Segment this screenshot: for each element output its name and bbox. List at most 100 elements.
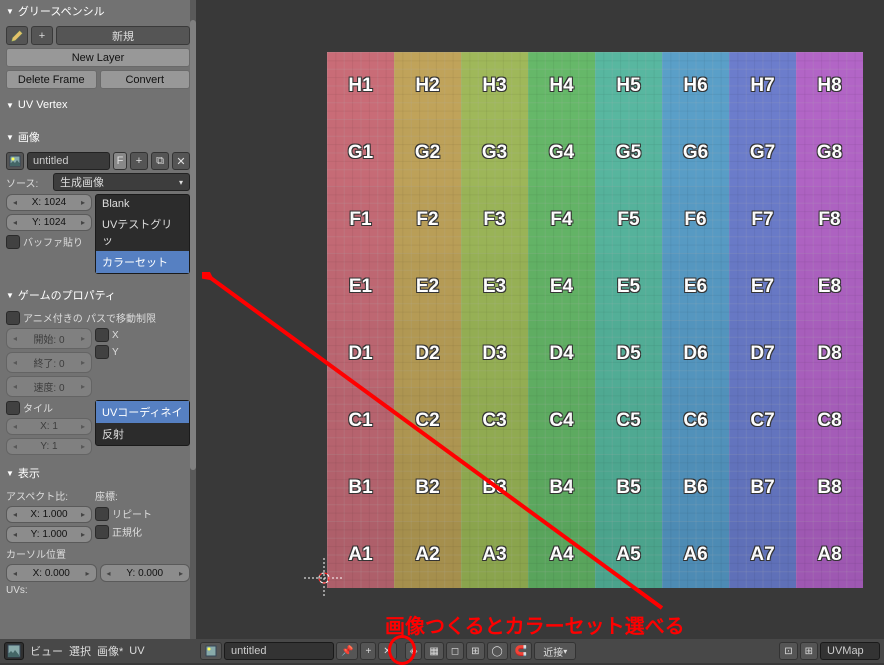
snap-type-select[interactable]: 近接 ▾ <box>534 642 576 660</box>
select-mode-button[interactable]: ◻ <box>446 642 464 660</box>
source-select[interactable]: 生成画像▾ <box>53 173 190 191</box>
image-browse-icon[interactable] <box>6 152 24 170</box>
grid-cell: F8 <box>796 186 863 253</box>
gen-type-colorset[interactable]: カラーセット <box>96 251 189 273</box>
gen-type-uvgrid[interactable]: UVテストグリッ <box>96 213 189 251</box>
normalize-checkbox[interactable] <box>95 525 109 539</box>
sidebar-header-menu: ビュー 選択 画像* UV <box>0 639 196 663</box>
header-unlink-button[interactable]: ✕ <box>378 642 396 660</box>
tile-x-field[interactable]: ◂X: 1▸ <box>6 418 92 435</box>
grid-cell: G6 <box>662 119 729 186</box>
image-browse-button[interactable] <box>200 642 222 660</box>
grid-cell: C2 <box>394 387 461 454</box>
image-f-button[interactable]: F <box>113 152 127 170</box>
limit-y-checkbox[interactable] <box>95 345 109 359</box>
tile-checkbox[interactable] <box>6 401 20 415</box>
grid-cell: G2 <box>394 119 461 186</box>
panel-image[interactable]: 画像 <box>0 126 196 148</box>
grid-cell: G4 <box>528 119 595 186</box>
add-button[interactable]: + <box>31 26 53 45</box>
new-layer-button[interactable]: New Layer <box>6 48 190 67</box>
menu-uv[interactable]: UV <box>129 645 144 657</box>
grid-cell: E3 <box>461 253 528 320</box>
proportional-button[interactable]: ◯ <box>487 642 508 660</box>
delete-frame-button[interactable]: Delete Frame <box>6 70 97 89</box>
header-new-button[interactable]: + <box>360 642 376 660</box>
grid-cell: F5 <box>595 186 662 253</box>
limit-x-checkbox[interactable] <box>95 328 109 342</box>
anime-checkbox[interactable] <box>6 311 20 325</box>
aspect-x-field[interactable]: ◂X: 1.000▸ <box>6 506 92 523</box>
grid-cell: D5 <box>595 320 662 387</box>
image-name-field[interactable]: untitled <box>27 152 110 170</box>
sync-button[interactable]: ▦ <box>424 642 443 660</box>
grid-cell: E8 <box>796 253 863 320</box>
grid-cell: F4 <box>528 186 595 253</box>
panel-game-props[interactable]: ゲームのプロパティ <box>0 284 196 306</box>
new-button[interactable]: 新規 <box>56 26 190 45</box>
render-slot-button[interactable]: ⊡ <box>779 642 797 660</box>
repeat-checkbox[interactable] <box>95 507 109 521</box>
grid-cell: A6 <box>662 521 729 588</box>
menu-select[interactable]: 選択 <box>69 643 91 659</box>
buffer-checkbox[interactable] <box>6 235 20 249</box>
cursor-y-field[interactable]: ◂Y: 0.000▸ <box>100 564 191 582</box>
grid-cell: D2 <box>394 320 461 387</box>
menu-image[interactable]: 画像* <box>97 643 123 659</box>
panel-display[interactable]: 表示 <box>0 462 196 484</box>
aspect-y-field[interactable]: ◂Y: 1.000▸ <box>6 526 92 543</box>
image-x-field[interactable]: ◂X: 1024▸ <box>6 194 92 211</box>
grid-cell: C6 <box>662 387 729 454</box>
tile-y-field[interactable]: ◂Y: 1▸ <box>6 438 92 455</box>
grid-cell: A4 <box>528 521 595 588</box>
anime-label: アニメ付きの <box>23 310 83 325</box>
uvmap-browse-button[interactable]: ⊞ <box>800 642 818 660</box>
image-duplicate-icon[interactable]: ⧉ <box>151 152 169 170</box>
grid-cell: C5 <box>595 387 662 454</box>
uvmap-name[interactable]: UVMap <box>820 642 880 660</box>
uv-editor-viewport[interactable]: H1H2H3H4H5H6H7H8G1G2G3G4G5G6G7G8F1F2F3F4… <box>196 0 884 639</box>
editor-type-selector[interactable] <box>4 642 24 660</box>
repeat-label: リピート <box>112 506 152 521</box>
mapping-uvcoord[interactable]: UVコーディネイ <box>96 401 189 423</box>
grid-cell: F6 <box>662 186 729 253</box>
pathlimit-label: パスで移動制限 <box>86 310 156 325</box>
image-y-field[interactable]: ◂Y: 1024▸ <box>6 214 92 231</box>
grid-cell: A8 <box>796 521 863 588</box>
panel-grease-pencil[interactable]: グリースペンシル <box>0 0 196 22</box>
pencil-tool-button[interactable] <box>6 26 28 45</box>
start-field[interactable]: ◂開始: 0▸ <box>6 328 92 349</box>
grid-cell: H3 <box>461 52 528 119</box>
header-pin-button[interactable]: 📌 <box>336 642 358 660</box>
grid-cell: B4 <box>528 454 595 521</box>
grid-cell: H2 <box>394 52 461 119</box>
grid-cell: B8 <box>796 454 863 521</box>
image-delete-icon[interactable]: ✕ <box>172 152 190 170</box>
header-image-name[interactable]: untitled <box>224 642 334 660</box>
pivot-button[interactable]: ◈ <box>405 642 423 660</box>
grid-cell: D4 <box>528 320 595 387</box>
convert-button[interactable]: Convert <box>100 70 191 89</box>
snap-toggle-button[interactable]: 🧲 <box>510 642 532 660</box>
panel-uv-vertex[interactable]: UV Vertex <box>0 96 196 114</box>
menu-view[interactable]: ビュー <box>30 643 63 659</box>
normalize-label: 正規化 <box>112 524 142 539</box>
grid-cell: D8 <box>796 320 863 387</box>
mapping-reflect[interactable]: 反射 <box>96 423 189 445</box>
grid-cell: D1 <box>327 320 394 387</box>
tile-label: タイル <box>23 400 53 415</box>
speed-field[interactable]: ◂速度: 0▸ <box>6 376 92 397</box>
grid-cell: C4 <box>528 387 595 454</box>
image-add-icon[interactable]: + <box>130 152 148 170</box>
grid-cell: G5 <box>595 119 662 186</box>
sticky-button[interactable]: ⊞ <box>466 642 484 660</box>
cursor-x-field[interactable]: ◂X: 0.000▸ <box>6 564 97 582</box>
grid-cell: G7 <box>729 119 796 186</box>
grid-cell: H1 <box>327 52 394 119</box>
uveditor-header: untitled 📌 + ✕ ◈ ▦ ◻ ⊞ ◯ 🧲 近接 ▾ ⊡ ⊞ UVMa… <box>196 639 884 663</box>
source-label: ソース: <box>6 175 50 190</box>
grid-cell: C7 <box>729 387 796 454</box>
grid-cell: H4 <box>528 52 595 119</box>
end-field[interactable]: ◂終了: 0▸ <box>6 352 92 373</box>
gen-type-blank[interactable]: Blank <box>96 195 189 213</box>
